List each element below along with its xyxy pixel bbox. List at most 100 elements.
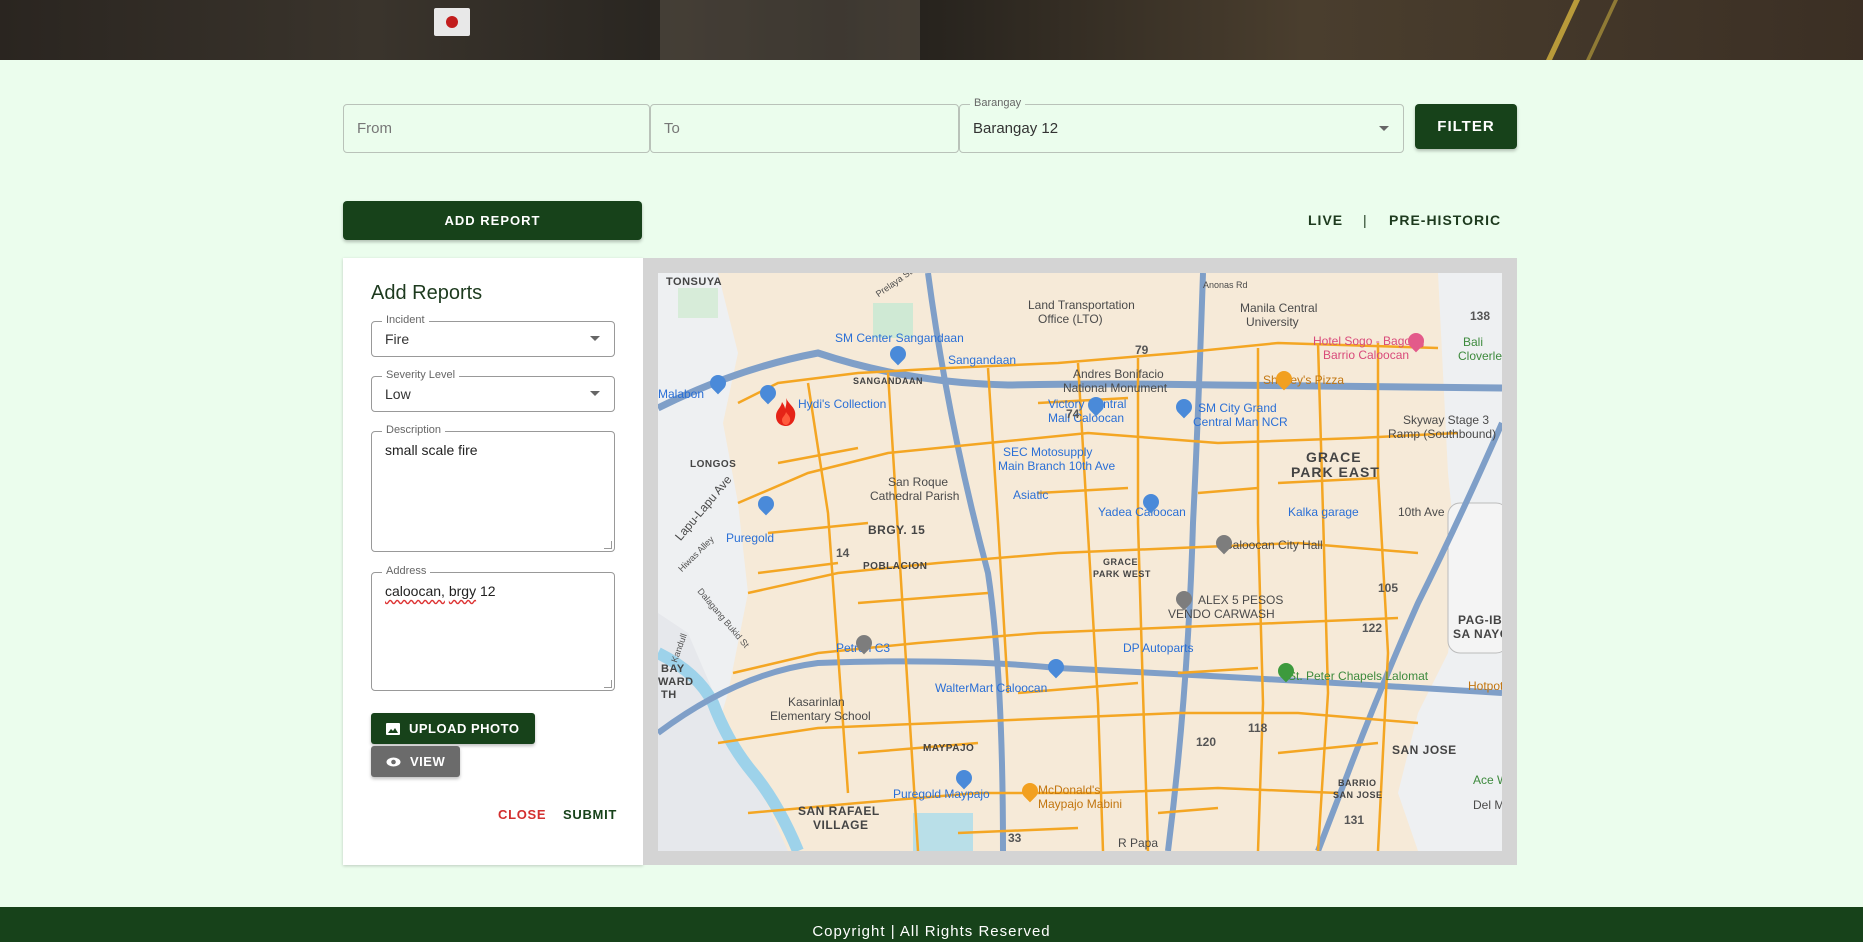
- report-panel: Add Reports Incident Fire Severity Level…: [343, 258, 1517, 865]
- map-label-lto-2: Office (LTO): [1038, 312, 1103, 326]
- resize-handle[interactable]: [604, 541, 612, 549]
- map-label-andres-2: National Monument: [1063, 381, 1168, 395]
- map-label-cloverleaf: Cloverle: [1458, 349, 1502, 363]
- map-label-tonsuya: TONSUYA: [666, 276, 723, 288]
- map-label-cityhall: Caloocan City Hall: [1224, 538, 1323, 552]
- map-label-74: 74: [1066, 407, 1080, 421]
- map-label-sm-sangandaan: SM Center Sangandaan: [835, 331, 964, 345]
- map-label-smgrand-2: Central Man NCR: [1193, 415, 1288, 429]
- live-link[interactable]: LIVE: [1308, 212, 1343, 228]
- severity-value: Low: [385, 386, 411, 402]
- map-container: TONSUYA Prelaya St Anonas Rd Malabon LON…: [643, 258, 1517, 865]
- chevron-down-icon: [1379, 125, 1389, 131]
- map-label-anonas: Anonas Rd: [1203, 280, 1248, 290]
- map-view[interactable]: TONSUYA Prelaya St Anonas Rd Malabon LON…: [658, 273, 1502, 851]
- map-label-longos: LONGOS: [690, 459, 737, 470]
- map-label-waltermart: WalterMart Caloocan: [935, 681, 1048, 695]
- map-label-rpapa: R Papa: [1118, 836, 1159, 850]
- close-button[interactable]: CLOSE: [498, 807, 546, 822]
- address-label: Address: [382, 565, 431, 577]
- filter-button[interactable]: FILTER: [1415, 104, 1517, 149]
- map-label-lto-1: Land Transportation: [1028, 298, 1135, 312]
- map-label-gpw-1: GRACE: [1103, 557, 1139, 567]
- map-label-sec-2: Main Branch 10th Ave: [998, 459, 1116, 473]
- map-label-bay: BAY: [661, 663, 685, 675]
- map-label-sangandaan: Sangandaan: [948, 353, 1017, 367]
- barangay-value: Barangay 12: [973, 120, 1059, 137]
- submit-button[interactable]: SUBMIT: [563, 807, 617, 822]
- map-label-malabon: Malabon: [658, 387, 705, 401]
- map-label-brgy15: BRGY. 15: [868, 523, 926, 537]
- map-label-kasarinlan-1: Kasarinlan: [788, 695, 845, 709]
- map-label-79: 79: [1135, 343, 1149, 357]
- incident-select[interactable]: Incident Fire: [371, 314, 615, 357]
- barangay-label: Barangay: [970, 97, 1026, 109]
- address-word-2: brgy: [448, 583, 477, 599]
- upload-photo-label: UPLOAD PHOTO: [409, 721, 520, 736]
- map-label-yadea: Yadea Caloocan: [1098, 505, 1186, 519]
- map-label-mcdo-2: Maypajo Mabini: [1038, 797, 1123, 811]
- map-label-puregold-maypajo: Puregold Maypajo: [893, 787, 990, 801]
- map-label-skyway-2: Ramp (Southbound): [1388, 427, 1497, 441]
- description-value: small scale fire: [385, 442, 478, 458]
- severity-select[interactable]: Severity Level Low: [371, 369, 615, 412]
- map-label-hotpot: Hotpot (Ban: [1468, 679, 1502, 693]
- map-label-grace-east-1: GRACE: [1306, 449, 1362, 465]
- nav-separator: |: [1363, 212, 1368, 228]
- map-label-118: 118: [1248, 721, 1268, 735]
- map-label-stpeter: St. Peter Chapels Lalomat: [1288, 669, 1429, 683]
- prehistoric-link[interactable]: PRE-HISTORIC: [1389, 212, 1501, 228]
- description-textarea[interactable]: Description small scale fire: [371, 424, 615, 552]
- map-label-hydis: Hydi's Collection: [798, 397, 887, 411]
- map-label-smgrand-1: SM City Grand: [1198, 401, 1277, 415]
- map-label-alex: ALEX 5 PESOS: [1198, 593, 1284, 607]
- map-label-sanrafael-2: VILLAGE: [813, 818, 869, 832]
- incident-label: Incident: [382, 314, 429, 326]
- map-label-ward: WARD: [658, 676, 694, 688]
- map-label-mcu-1: Manila Central: [1240, 301, 1318, 315]
- barangay-select[interactable]: Barangay Barangay 12: [959, 97, 1404, 153]
- map-label-bali: Bali: [1463, 335, 1484, 349]
- map-label-maypajo: MAYPAJO: [923, 743, 975, 754]
- add-report-button[interactable]: ADD REPORT: [343, 201, 642, 240]
- map-label-14: 14: [836, 546, 850, 560]
- view-label: VIEW: [410, 754, 446, 769]
- add-report-card: Add Reports Incident Fire Severity Level…: [343, 258, 643, 865]
- from-placeholder: From: [357, 120, 392, 137]
- map-label-th: TH: [661, 689, 677, 701]
- incident-value: Fire: [385, 331, 410, 347]
- map-label-mcu-2: University: [1246, 315, 1299, 329]
- map-label-victory-2: Mall Caloocan: [1048, 411, 1125, 425]
- map-label-asiatic: Asiatic: [1013, 488, 1049, 502]
- fire-icon[interactable]: [773, 397, 799, 427]
- map-label-sogo-2: Barrio Caloocan: [1323, 348, 1410, 362]
- map-label-sec-1: SEC Motosupply: [1003, 445, 1093, 459]
- map-label-mcdo-1: McDonald's: [1038, 783, 1101, 797]
- map-label-105: 105: [1378, 581, 1399, 595]
- form-title: Add Reports: [371, 282, 483, 304]
- hero-banner: [0, 0, 1863, 60]
- map-label-33: 33: [1008, 831, 1022, 845]
- footer: Copyright | All Rights Reserved: [0, 907, 1863, 942]
- upload-photo-button[interactable]: UPLOAD PHOTO: [371, 713, 535, 744]
- map-label-barrio-1: BARRIO: [1338, 778, 1377, 788]
- map-label-pagibig-2: SA NAYON: [1453, 627, 1502, 641]
- view-button[interactable]: VIEW: [371, 746, 461, 777]
- description-label: Description: [382, 424, 446, 436]
- map-label-131: 131: [1344, 813, 1365, 827]
- address-textarea[interactable]: Address caloocan, brgy 12: [371, 565, 615, 691]
- map-label-delm: Del M: [1473, 798, 1502, 812]
- map-label-gpw-2: PARK WEST: [1093, 569, 1151, 579]
- to-date-field[interactable]: To: [650, 104, 959, 153]
- map-label-kalka: Kalka garage: [1288, 505, 1359, 519]
- chevron-down-icon: [590, 336, 600, 341]
- map-label-sanroque-2: Cathedral Parish: [870, 489, 960, 503]
- map-label-grace-east-2: PARK EAST: [1291, 464, 1380, 480]
- resize-handle[interactable]: [604, 680, 612, 688]
- flag-image: [434, 8, 470, 36]
- address-word-3: 12: [479, 583, 496, 599]
- from-date-field[interactable]: From: [343, 104, 650, 153]
- chevron-down-icon: [590, 391, 600, 396]
- map-label-dp: DP Autoparts: [1123, 641, 1194, 655]
- map-label-sanrafael-1: SAN RAFAEL: [798, 804, 880, 818]
